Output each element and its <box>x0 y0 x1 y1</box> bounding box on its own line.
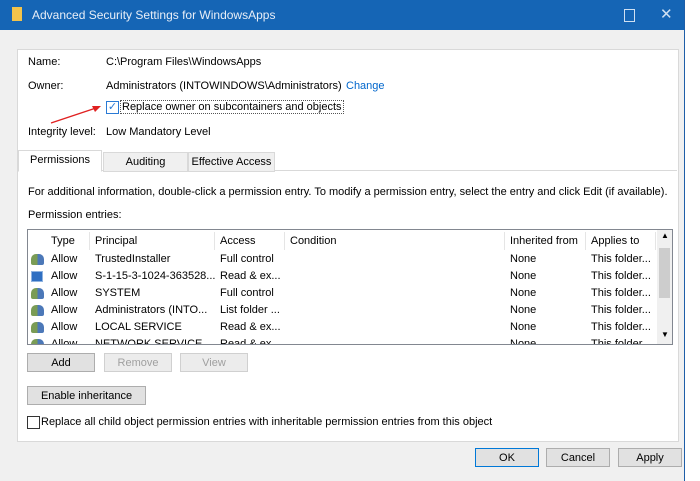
scroll-down-icon[interactable]: ▼ <box>661 330 669 339</box>
table-row[interactable]: Allow TrustedInstaller Full control None Thi… <box>28 251 656 268</box>
window-title: Advanced Security Settings for WindowsAp… <box>32 8 276 22</box>
column-header-principal[interactable]: Principal <box>90 232 215 250</box>
cell-access: Read & ex... <box>220 270 281 282</box>
cell-applies: This folder... <box>591 338 651 345</box>
cell-inherited: None <box>510 338 537 345</box>
cell-access: List folder ... <box>220 304 280 316</box>
table-row[interactable]: Allow NETWORK SERVICE Read & ex... None This… <box>28 336 656 345</box>
maximize-button[interactable] <box>624 9 635 22</box>
scrollbar-thumb[interactable] <box>659 248 670 298</box>
replace-child-permissions-label[interactable]: Replace all child object permission entr… <box>41 416 492 428</box>
column-header-type[interactable]: Type <box>46 232 90 250</box>
integrity-value: Low Mandatory Level <box>106 126 211 138</box>
apply-button[interactable]: Apply <box>618 448 682 467</box>
cell-inherited: None <box>510 253 537 265</box>
add-button[interactable]: Add <box>27 353 95 372</box>
name-label: Name: <box>28 56 61 68</box>
replace-child-permissions-checkbox[interactable] <box>27 416 40 429</box>
integrity-label: Integrity level: <box>28 126 96 138</box>
cell-applies: This folder... <box>591 304 651 316</box>
cell-type: Allow <box>51 304 78 316</box>
view-button[interactable]: View <box>180 353 248 372</box>
cell-applies: This folder... <box>591 287 651 299</box>
enable-inheritance-button[interactable]: Enable inheritance <box>27 386 146 405</box>
users-icon <box>31 305 44 316</box>
cell-type: Allow <box>51 287 78 299</box>
cell-principal: TrustedInstaller <box>95 253 171 265</box>
cell-inherited: None <box>510 287 537 299</box>
cell-type: Allow <box>51 321 78 333</box>
cell-applies: This folder... <box>591 253 651 265</box>
cell-type: Allow <box>51 270 78 282</box>
cell-type: Allow <box>51 338 78 345</box>
title-bar: Advanced Security Settings for WindowsAp… <box>0 0 684 30</box>
users-icon <box>31 288 44 299</box>
remove-button[interactable]: Remove <box>104 353 172 372</box>
cell-principal: LOCAL SERVICE <box>95 321 182 333</box>
cell-principal: Administrators (INTO... <box>95 304 208 316</box>
tab-auditing[interactable]: Auditing <box>103 152 188 172</box>
vertical-scrollbar[interactable]: ▲ ▼ <box>657 230 672 344</box>
replace-owner-label[interactable]: Replace owner on subcontainers and objec… <box>120 100 344 114</box>
scroll-up-icon[interactable]: ▲ <box>661 231 669 240</box>
column-header-inherited-from[interactable]: Inherited from <box>505 232 586 250</box>
replace-owner-checkbox[interactable]: ✓ <box>106 101 119 114</box>
owner-label: Owner: <box>28 80 64 92</box>
users-icon <box>31 339 44 344</box>
cell-applies: This folder... <box>591 270 651 282</box>
tab-permissions[interactable]: Permissions <box>18 150 102 172</box>
advanced-security-dialog: Advanced Security Settings for WindowsAp… <box>0 0 685 481</box>
users-icon <box>31 322 44 333</box>
folder-icon <box>12 7 22 21</box>
name-value: C:\Program Files\WindowsApps <box>106 56 262 68</box>
tab-effective-access[interactable]: Effective Access <box>188 152 275 172</box>
cell-access: Read & ex... <box>220 338 281 345</box>
column-header-condition[interactable]: Condition <box>285 232 505 250</box>
cell-inherited: None <box>510 304 537 316</box>
background-window <box>684 0 700 481</box>
cell-principal: SYSTEM <box>95 287 141 299</box>
cell-principal: S-1-15-3-1024-363528... <box>95 270 216 282</box>
cell-inherited: None <box>510 321 537 333</box>
owner-value: Administrators (INTOWINDOWS\Administrato… <box>106 80 342 92</box>
cell-access: Read & ex... <box>220 321 281 333</box>
table-row[interactable]: Allow Administrators (INTO... List folder … <box>28 302 656 319</box>
table-row[interactable]: Allow LOCAL SERVICE Read & ex... None This f… <box>28 319 656 336</box>
cell-type: Allow <box>51 253 78 265</box>
entries-label: Permission entries: <box>28 209 122 221</box>
info-text: For additional information, double-click… <box>28 186 668 198</box>
permission-entries-table[interactable]: Type Principal Access Condition Inherite… <box>27 229 673 345</box>
red-arrow-annotation <box>50 106 101 124</box>
users-icon <box>31 254 44 265</box>
app-package-icon <box>31 271 43 282</box>
column-header-applies-to[interactable]: Applies to <box>586 232 656 250</box>
cell-principal: NETWORK SERVICE <box>95 338 203 345</box>
ok-button[interactable]: OK <box>475 448 539 467</box>
cell-access: Full control <box>220 287 274 299</box>
table-row[interactable]: Allow SYSTEM Full control None This folder..… <box>28 285 656 302</box>
close-button[interactable]: ✕ <box>660 5 673 23</box>
cancel-button[interactable]: Cancel <box>546 448 610 467</box>
table-row[interactable]: Allow S-1-15-3-1024-363528... Read & ex...… <box>28 268 656 285</box>
column-header-access[interactable]: Access <box>215 232 285 250</box>
cell-access: Full control <box>220 253 274 265</box>
cell-applies: This folder... <box>591 321 651 333</box>
cell-inherited: None <box>510 270 537 282</box>
change-owner-link[interactable]: Change <box>346 80 385 92</box>
